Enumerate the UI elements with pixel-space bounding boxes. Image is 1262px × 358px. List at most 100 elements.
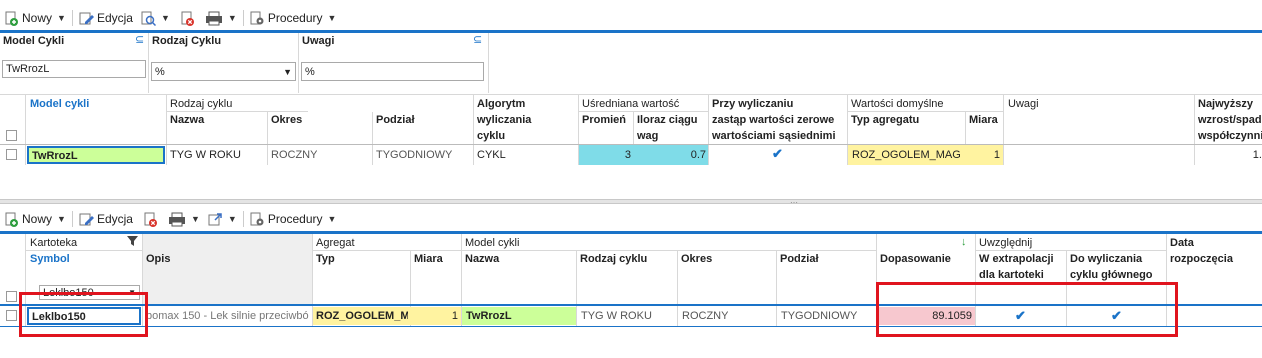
printer-icon bbox=[168, 212, 186, 227]
chevron-down-icon[interactable]: ▼ bbox=[191, 214, 200, 224]
panel-splitter[interactable] bbox=[0, 199, 1262, 204]
filter-model-input[interactable] bbox=[2, 60, 146, 78]
cell-miara: 1 bbox=[993, 149, 1000, 161]
table-row[interactable]: TwRrozL TYG W ROKU ROCZNY TYGODNIOWY CYK… bbox=[0, 145, 1262, 165]
grid2-header-glowny-1[interactable]: Do wyliczania bbox=[1070, 253, 1142, 265]
print-button[interactable]: ▼ bbox=[168, 212, 200, 227]
grid2-header-glowny-2: cyklu głównego bbox=[1070, 269, 1153, 281]
grid1-header-okres[interactable]: Okres bbox=[271, 114, 302, 126]
grid1-header-typ-agregatu[interactable]: Typ agregatu bbox=[851, 114, 919, 126]
cell-opis: bomax 150 - Lek silnie przeciwbó bbox=[146, 310, 309, 322]
grid2-header-extrap-2: dla kartoteki bbox=[979, 269, 1044, 281]
chevron-down-icon: ▼ bbox=[283, 66, 292, 77]
procedures-button[interactable]: Procedury ▼ bbox=[250, 212, 337, 227]
edit-icon bbox=[79, 11, 94, 26]
filter-model-label: Model Cykli bbox=[3, 35, 65, 47]
grid2-header-data-2: rozpoczęcia bbox=[1170, 253, 1233, 265]
preview-icon bbox=[141, 11, 156, 26]
chevron-down-icon[interactable]: ▼ bbox=[328, 214, 337, 224]
grid1-header-algorytm-1[interactable]: Algorytm bbox=[477, 98, 525, 110]
grid2-header-data-1[interactable]: Data bbox=[1170, 237, 1194, 249]
chevron-down-icon[interactable]: ▼ bbox=[57, 214, 66, 224]
grid2-select-all-checkbox[interactable] bbox=[6, 291, 17, 302]
chevron-down-icon[interactable]: ▼ bbox=[328, 13, 337, 23]
new-button[interactable]: Nowy ▼ bbox=[4, 212, 66, 227]
new-document-icon bbox=[4, 11, 19, 26]
grid1-group-divider bbox=[578, 111, 708, 112]
pin-icon[interactable]: ⊆ bbox=[473, 33, 482, 46]
delete-document-icon bbox=[180, 11, 195, 26]
grid2-header-extrap-1[interactable]: W extrapolacji bbox=[979, 253, 1054, 265]
grid1-header-najwyzszy-2: wzrost/spadek bbox=[1198, 114, 1262, 126]
chevron-down-icon[interactable]: ▼ bbox=[228, 13, 237, 23]
preview-button[interactable]: ▼ bbox=[141, 11, 170, 26]
new-button-label: Nowy bbox=[22, 11, 53, 25]
delete-button[interactable] bbox=[143, 212, 158, 227]
edit-icon bbox=[79, 212, 94, 227]
gear-document-icon bbox=[250, 212, 265, 227]
grid1-header-algorytm-2: wyliczania bbox=[477, 114, 532, 126]
cell-podzial: TYGODNIOWY bbox=[376, 149, 453, 161]
cell-najwyzszy: 1.1 bbox=[1252, 149, 1262, 161]
new-button-label: Nowy bbox=[22, 212, 53, 226]
grid1-header-model[interactable]: Model cykli bbox=[30, 98, 89, 110]
delete-document-icon bbox=[143, 212, 158, 227]
grid1-header-zastap-3: wartościami sąsiednimi bbox=[712, 130, 836, 142]
filter-uwagi-input[interactable] bbox=[301, 62, 484, 81]
grid1-header-miara[interactable]: Miara bbox=[969, 114, 998, 126]
sort-down-arrow-icon[interactable]: ↓ bbox=[961, 236, 967, 248]
pin-icon[interactable]: ⊆ bbox=[135, 33, 144, 46]
cell-nazwa: TYG W ROKU bbox=[170, 149, 241, 161]
edit-button[interactable]: Edycja bbox=[79, 212, 133, 227]
gear-document-icon bbox=[250, 11, 265, 26]
filter-funnel-icon[interactable] bbox=[127, 235, 138, 249]
filter-rodzaj-select[interactable]: % ▼ bbox=[151, 62, 296, 81]
cell-model[interactable]: TwRrozL bbox=[27, 146, 165, 164]
cell-typ-agregatu: ROZ_OGOLEM_MAG bbox=[852, 149, 961, 161]
export-button[interactable]: ▼ bbox=[208, 212, 237, 227]
export-icon bbox=[208, 212, 223, 227]
new-button[interactable]: Nowy ▼ bbox=[4, 11, 66, 26]
grid1-header-usredniana: Uśredniana wartość bbox=[582, 98, 680, 110]
grid1-header-iloraz-2: wag bbox=[637, 130, 659, 142]
grid1-header-najwyzszy-1[interactable]: Najwyższy bbox=[1198, 98, 1253, 110]
grid2-header-typ[interactable]: Typ bbox=[316, 253, 335, 265]
grid2-header-opis[interactable]: Opis bbox=[146, 253, 170, 265]
grid1-header-zastap-1[interactable]: Przy wyliczaniu bbox=[712, 98, 793, 110]
row-checkbox[interactable] bbox=[6, 310, 17, 321]
cell-nazwa: TwRrozL bbox=[466, 310, 512, 322]
grid1-header-nazwa[interactable]: Nazwa bbox=[170, 114, 204, 126]
checkmark-icon[interactable]: ✔ bbox=[772, 147, 783, 160]
edit-button-label: Edycja bbox=[96, 212, 133, 226]
chevron-down-icon[interactable]: ▼ bbox=[161, 13, 170, 23]
grid2-header-okres[interactable]: Okres bbox=[681, 253, 712, 265]
grid1-header-rodzaj-group: Rodzaj cyklu bbox=[170, 98, 233, 110]
chevron-down-icon[interactable]: ▼ bbox=[228, 214, 237, 224]
grid1-header-podzial[interactable]: Podział bbox=[376, 114, 415, 126]
grid2-header-dopasowanie[interactable]: Dopasowanie bbox=[880, 253, 951, 265]
edit-button-label: Edycja bbox=[96, 11, 133, 25]
grid2-header-symbol[interactable]: Symbol bbox=[30, 253, 70, 265]
grid1-header-promien[interactable]: Promień bbox=[582, 114, 626, 126]
grid2-header-miara[interactable]: Miara bbox=[414, 253, 443, 265]
filter-divider bbox=[148, 33, 149, 93]
annotation-box-symbol bbox=[19, 292, 148, 337]
cell-iloraz: 0.7 bbox=[690, 149, 706, 161]
filter-rodzaj-label: Rodzaj Cyklu bbox=[152, 35, 222, 47]
grid1-select-all-checkbox[interactable] bbox=[6, 130, 17, 141]
grid1-header-uwagi[interactable]: Uwagi bbox=[1008, 98, 1039, 110]
filter-uwagi-label: Uwagi bbox=[302, 35, 335, 47]
grid2-header-podzial[interactable]: Podział bbox=[780, 253, 819, 265]
grid2-header-rodzaj[interactable]: Rodzaj cyklu bbox=[580, 253, 647, 265]
edit-button[interactable]: Edycja bbox=[79, 11, 133, 26]
chevron-down-icon[interactable]: ▼ bbox=[57, 13, 66, 23]
row-checkbox[interactable] bbox=[6, 149, 17, 160]
delete-button[interactable] bbox=[180, 11, 195, 26]
grid2-header-nazwa[interactable]: Nazwa bbox=[465, 253, 499, 265]
cell-miara: 1 bbox=[451, 310, 458, 322]
grid1-header-iloraz-1[interactable]: Iloraz ciągu bbox=[637, 114, 698, 126]
print-button[interactable]: ▼ bbox=[205, 11, 237, 26]
procedures-button[interactable]: Procedury ▼ bbox=[250, 11, 337, 26]
grid1-group-divider bbox=[166, 111, 308, 112]
bottom-toolbar: Nowy ▼ Edycja ▼ ▼ Procedury ▼ bbox=[4, 210, 336, 228]
